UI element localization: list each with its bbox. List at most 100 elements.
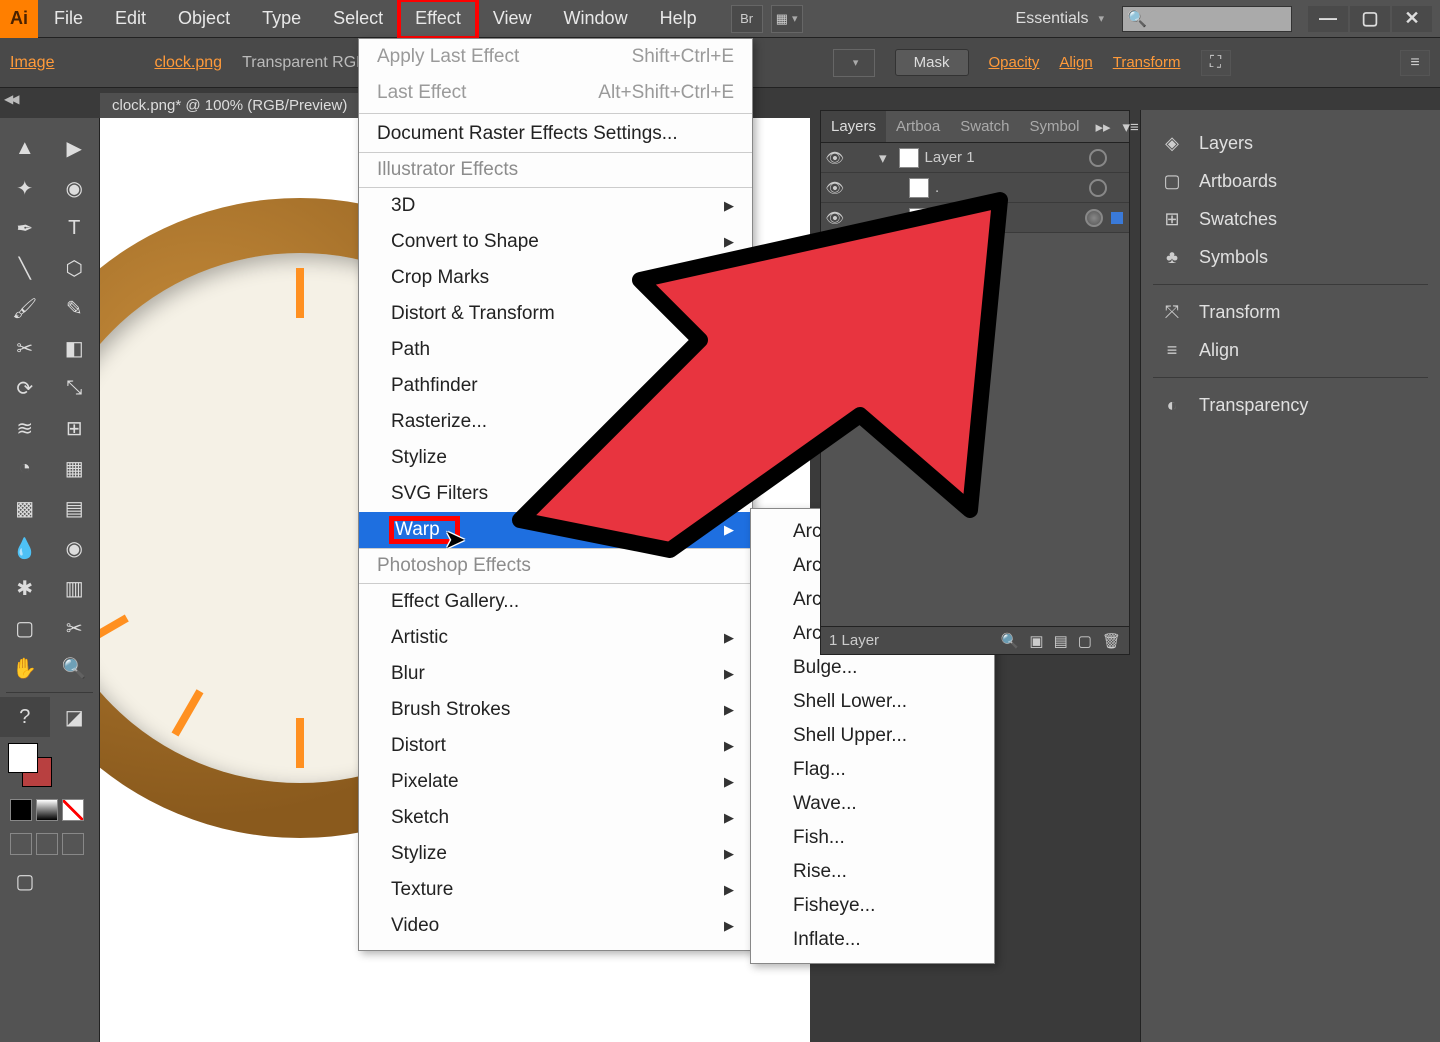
fill-stroke-icon[interactable]: ◪: [50, 697, 100, 737]
effect-distort[interactable]: Distort▶: [359, 728, 752, 764]
layer-row[interactable]: 👁 c...: [821, 203, 1129, 233]
layer-row[interactable]: 👁 ▾ Layer 1: [821, 143, 1129, 173]
menu-object[interactable]: Object: [162, 0, 246, 38]
layer-name[interactable]: Layer 1: [925, 149, 1081, 166]
pencil-tool[interactable]: ✎: [50, 288, 100, 328]
warp-shell-lower[interactable]: Shell Lower...: [751, 685, 994, 719]
effect-ps-stylize[interactable]: Stylize▶: [359, 836, 752, 872]
gradient-swatch[interactable]: [36, 799, 58, 821]
tab-symbols[interactable]: Symbol: [1019, 111, 1089, 142]
effect-3d[interactable]: 3D▶: [359, 188, 752, 224]
visibility-toggle-icon[interactable]: 👁: [821, 179, 849, 197]
rotate-tool[interactable]: ⟳: [0, 368, 50, 408]
symbol-sprayer-tool[interactable]: ✱: [0, 568, 50, 608]
effect-artistic[interactable]: Artistic▶: [359, 620, 752, 656]
layer-name[interactable]: .: [935, 179, 1081, 196]
dock-transparency[interactable]: ◐Transparency: [1141, 386, 1440, 424]
zoom-tool[interactable]: 🔍: [50, 648, 100, 688]
warp-wave[interactable]: Wave...: [751, 787, 994, 821]
visibility-toggle-icon[interactable]: 👁: [821, 149, 849, 167]
lasso-tool[interactable]: ◉: [50, 168, 100, 208]
mesh-tool[interactable]: ▩: [0, 488, 50, 528]
ctrl-align[interactable]: Align: [1059, 54, 1092, 71]
menu-window[interactable]: Window: [548, 0, 644, 38]
mask-button[interactable]: Mask: [895, 49, 969, 76]
eyedropper-tool[interactable]: 💧: [0, 528, 50, 568]
effect-rasterize[interactable]: Rasterize...: [359, 404, 752, 440]
target-icon[interactable]: [1089, 149, 1107, 167]
target-icon[interactable]: [1089, 179, 1107, 197]
delete-layer-icon[interactable]: 🗑: [1102, 632, 1121, 650]
dock-align[interactable]: ≡Align: [1141, 331, 1440, 369]
line-tool[interactable]: ╲: [0, 248, 50, 288]
blend-tool[interactable]: ◉: [50, 528, 100, 568]
rectangle-tool[interactable]: ⬡: [50, 248, 100, 288]
menu-view[interactable]: View: [477, 0, 548, 38]
effect-stylize[interactable]: Stylize▶: [359, 440, 752, 476]
layer-name[interactable]: c...: [935, 209, 1077, 226]
disclosure-icon[interactable]: ▾: [873, 149, 893, 167]
arrange-docs-icon[interactable]: ▦▾: [771, 5, 803, 33]
bridge-icon[interactable]: Br: [731, 5, 763, 33]
warp-rise[interactable]: Rise...: [751, 855, 994, 889]
maximize-button[interactable]: ▢: [1350, 6, 1390, 32]
effect-gallery[interactable]: Effect Gallery...: [359, 584, 752, 620]
draw-behind-icon[interactable]: [36, 833, 58, 855]
isolate-icon[interactable]: ⛶: [1201, 50, 1231, 76]
graph-tool[interactable]: ▥: [50, 568, 100, 608]
screen-mode-icon[interactable]: ▢: [0, 861, 50, 901]
brush-tool[interactable]: 🖌: [0, 288, 50, 328]
warp-bulge[interactable]: Bulge...: [751, 651, 994, 685]
eraser-tool[interactable]: ◧: [50, 328, 100, 368]
warp-fish[interactable]: Fish...: [751, 821, 994, 855]
effect-pathfinder[interactable]: Pathfinder▶: [359, 368, 752, 404]
workspace-switcher[interactable]: Essentials▾: [1006, 10, 1114, 28]
effect-svg-filters[interactable]: SVG Filters▶: [359, 476, 752, 512]
new-layer-icon[interactable]: ▢: [1078, 632, 1092, 650]
scale-tool[interactable]: ⤡: [50, 368, 100, 408]
dock-layers[interactable]: ◈Layers: [1141, 124, 1440, 162]
warp-shell-upper[interactable]: Shell Upper...: [751, 719, 994, 753]
dock-artboards[interactable]: ▢Artboards: [1141, 162, 1440, 200]
fill-stroke-swatch[interactable]: [8, 743, 58, 787]
magic-wand-tool[interactable]: ✦: [0, 168, 50, 208]
target-icon[interactable]: [1085, 209, 1103, 227]
document-tab[interactable]: clock.png* @ 100% (RGB/Preview): [100, 93, 359, 118]
ctrl-transform[interactable]: Transform: [1113, 54, 1181, 71]
color-swatch-black[interactable]: [10, 799, 32, 821]
none-swatch[interactable]: [62, 799, 84, 821]
draw-normal-icon[interactable]: [10, 833, 32, 855]
effect-pixelate[interactable]: Pixelate▶: [359, 764, 752, 800]
menu-effect[interactable]: Effect: [399, 0, 477, 38]
effect-blur[interactable]: Blur▶: [359, 656, 752, 692]
close-button[interactable]: ✕: [1392, 6, 1432, 32]
new-sublayer-icon[interactable]: ▤: [1054, 632, 1068, 650]
artboard-tool[interactable]: ▢: [0, 608, 50, 648]
ctrl-filename[interactable]: clock.png: [154, 54, 222, 72]
blob-brush-tool[interactable]: ✂: [0, 328, 50, 368]
warp-inflate[interactable]: Inflate...: [751, 923, 994, 957]
ctrl-mode[interactable]: Image: [10, 54, 54, 72]
toolbox-collapse-icon[interactable]: ◀◀: [4, 92, 16, 106]
width-tool[interactable]: ≋: [0, 408, 50, 448]
menu-type[interactable]: Type: [246, 0, 317, 38]
effect-texture[interactable]: Texture▶: [359, 872, 752, 908]
free-transform-tool[interactable]: ⊞: [50, 408, 100, 448]
perspective-tool[interactable]: ▦: [50, 448, 100, 488]
tab-swatches[interactable]: Swatch: [950, 111, 1019, 142]
effect-crop-marks[interactable]: Crop Marks: [359, 260, 752, 296]
hand-tool[interactable]: ✋: [0, 648, 50, 688]
clipping-mask-icon[interactable]: ▣: [1029, 632, 1043, 650]
warp-fisheye[interactable]: Fisheye...: [751, 889, 994, 923]
effect-brush-strokes[interactable]: Brush Strokes▶: [359, 692, 752, 728]
minimize-button[interactable]: —: [1308, 6, 1348, 32]
menu-file[interactable]: File: [38, 0, 99, 38]
effect-distort-transform[interactable]: Distort & Transform▶: [359, 296, 752, 332]
shape-builder-tool[interactable]: ◔: [0, 448, 50, 488]
tab-layers[interactable]: Layers: [821, 111, 886, 142]
search-input[interactable]: 🔍: [1122, 6, 1292, 32]
tab-artboards[interactable]: Artboa: [886, 111, 950, 142]
menu-select[interactable]: Select: [317, 0, 399, 38]
slice-tool[interactable]: ✂: [50, 608, 100, 648]
draw-inside-icon[interactable]: [62, 833, 84, 855]
